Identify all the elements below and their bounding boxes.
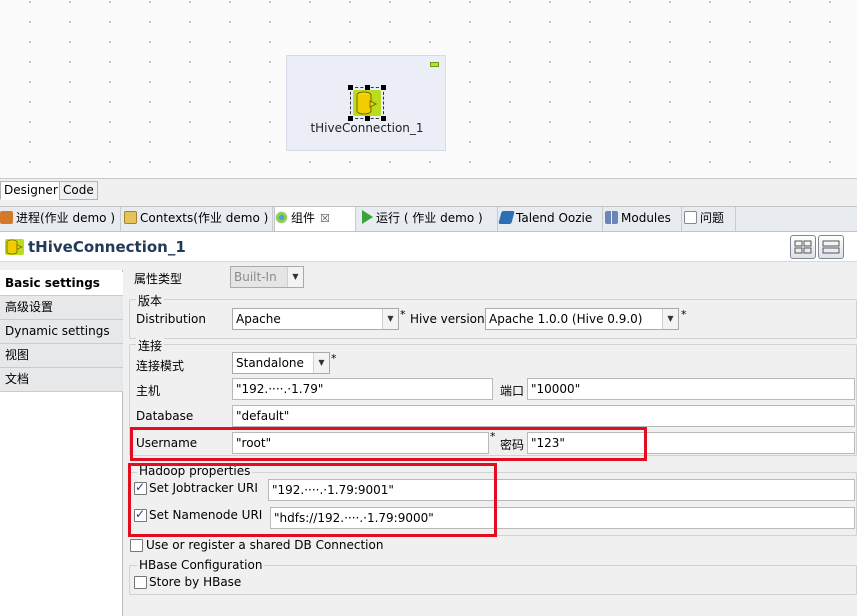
- required-mark: *: [400, 308, 406, 321]
- page-title: tHiveConnection_1: [28, 238, 186, 256]
- host-label: 主机: [136, 384, 161, 398]
- problems-icon: [684, 211, 697, 224]
- editor-tab-bar: Designer Code: [0, 178, 857, 200]
- grid-layout-icon: [794, 240, 812, 254]
- property-type-value: Built-In: [234, 270, 277, 284]
- database-input[interactable]: "default": [232, 405, 855, 427]
- tab-contexts[interactable]: Contexts(作业 demo ): [124, 207, 273, 231]
- hive-connection-icon: [5, 239, 24, 255]
- hive-version-select[interactable]: Apache 1.0.0 (Hive 0.9.0) ▼: [485, 308, 679, 330]
- store-by-hbase-checkbox[interactable]: [134, 576, 147, 589]
- contexts-icon: [124, 211, 137, 224]
- nav-view[interactable]: 视图: [0, 344, 123, 368]
- tab-label: Talend Oozie: [516, 211, 593, 225]
- tab-modules[interactable]: Modules: [605, 207, 682, 231]
- distribution-value: Apache: [236, 312, 281, 326]
- tab-code[interactable]: Code: [59, 181, 98, 200]
- hbase-group-label: HBase Configuration: [137, 558, 265, 572]
- tab-label: 进程(作业 demo ): [16, 211, 116, 225]
- connection-mode-label: 连接模式: [136, 359, 185, 373]
- highlight-hadoop-properties: [128, 463, 497, 537]
- modules-icon: [605, 211, 618, 224]
- database-label: Database: [136, 409, 194, 423]
- hive-connection-icon[interactable]: [348, 85, 386, 121]
- shared-db-checkbox[interactable]: [130, 539, 143, 552]
- component-status-indicator: [430, 62, 439, 67]
- required-mark: *: [681, 308, 687, 321]
- chevron-down-icon: ▼: [662, 309, 678, 329]
- tab-run[interactable]: 运行 ( 作业 demo ): [362, 207, 498, 231]
- host-input[interactable]: "192.····.·1.79": [232, 378, 493, 400]
- highlight-credentials: [130, 427, 647, 461]
- grid-layout-button[interactable]: [790, 235, 816, 259]
- list-layout-button[interactable]: [818, 235, 844, 259]
- close-icon[interactable]: ☒: [320, 207, 330, 230]
- port-input[interactable]: "10000": [527, 378, 855, 400]
- connection-group-label: 连接: [136, 337, 165, 354]
- tab-job[interactable]: 进程(作业 demo ): [0, 207, 121, 231]
- nav-advanced-settings[interactable]: 高级设置: [0, 296, 123, 320]
- job-icon: [0, 211, 13, 224]
- distribution-select[interactable]: Apache ▼: [232, 308, 399, 330]
- tab-talend-oozie[interactable]: Talend Oozie: [498, 207, 603, 231]
- run-icon: [362, 210, 373, 224]
- chevron-down-icon: ▼: [313, 353, 329, 373]
- view-tab-bar: 进程(作业 demo ) Contexts(作业 demo ) 组件 ☒ 运行 (…: [0, 206, 857, 232]
- connection-mode-value: Standalone: [236, 356, 304, 370]
- component-node[interactable]: tHiveConnection_1: [286, 55, 446, 151]
- component-icon: [275, 211, 288, 224]
- store-by-hbase-label: Store by HBase: [149, 575, 242, 589]
- tab-label: Modules: [621, 211, 671, 225]
- port-label: 端口: [500, 384, 525, 398]
- tab-problems[interactable]: 问题: [684, 207, 736, 231]
- property-type-select[interactable]: Built-In ▼: [230, 266, 304, 288]
- tab-label: 运行 ( 作业 demo ): [376, 211, 483, 225]
- settings-nav: Basic settings 高级设置 Dynamic settings 视图 …: [0, 270, 123, 616]
- connection-mode-select[interactable]: Standalone ▼: [232, 352, 330, 374]
- tab-label: 问题: [700, 211, 725, 225]
- hive-version-value: Apache 1.0.0 (Hive 0.9.0): [489, 312, 643, 326]
- component-title-bar: tHiveConnection_1: [0, 232, 857, 262]
- designer-canvas[interactable]: tHiveConnection_1: [0, 0, 857, 178]
- required-mark: *: [331, 352, 337, 365]
- version-group-label: 版本: [136, 292, 165, 309]
- hive-version-label: Hive version: [410, 312, 485, 326]
- nav-dynamic-settings[interactable]: Dynamic settings: [0, 320, 123, 344]
- shared-db-label: Use or register a shared DB Connection: [146, 538, 384, 552]
- nav-documentation[interactable]: 文档: [0, 368, 123, 392]
- nav-basic-settings[interactable]: Basic settings: [0, 272, 123, 296]
- chevron-down-icon: ▼: [287, 267, 303, 287]
- distribution-label: Distribution: [136, 312, 207, 326]
- tab-label: 组件: [291, 211, 316, 225]
- tab-component[interactable]: 组件 ☒: [274, 207, 356, 231]
- tab-designer[interactable]: Designer: [0, 181, 62, 200]
- list-layout-icon: [822, 240, 840, 254]
- oozie-icon: [498, 211, 515, 224]
- component-label[interactable]: tHiveConnection_1: [287, 121, 447, 135]
- property-type-label: 属性类型: [134, 272, 183, 286]
- chevron-down-icon: ▼: [382, 309, 398, 329]
- tab-label: Contexts(作业 demo ): [140, 211, 269, 225]
